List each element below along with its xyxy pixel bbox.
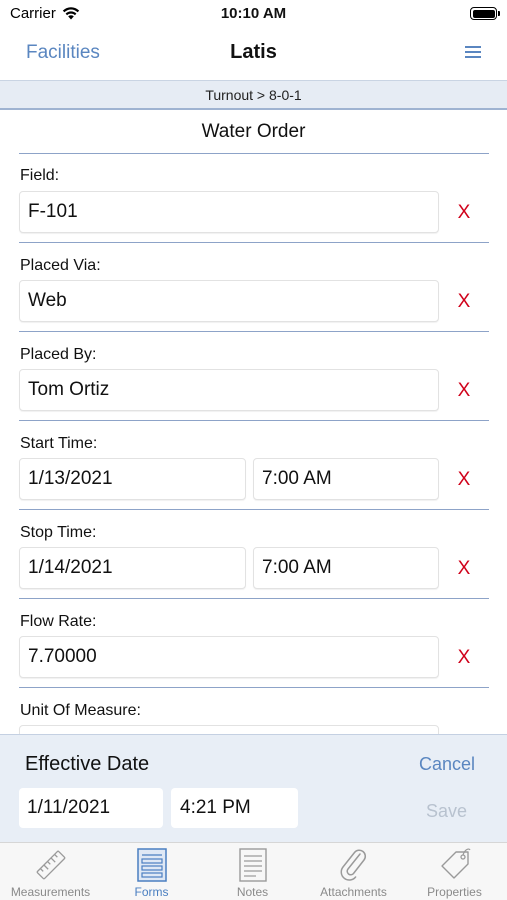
clear-placed-by-button[interactable]: X <box>455 380 473 402</box>
placed-by-label: Placed By: <box>20 346 97 363</box>
notes-icon <box>239 848 267 882</box>
start-time-label: Start Time: <box>20 435 98 452</box>
tab-properties[interactable]: Properties <box>404 843 505 900</box>
battery-icon <box>470 7 500 20</box>
tab-label: Measurements <box>10 885 91 899</box>
tab-label: Forms <box>134 885 169 899</box>
start-time-input[interactable]: 7:00 AM <box>253 458 439 500</box>
divider <box>19 687 489 688</box>
facilities-back-button[interactable]: Facilities <box>26 42 100 64</box>
unit-of-measure-label: Unit Of Measure: <box>20 702 141 719</box>
tag-icon <box>441 848 471 879</box>
placed-via-label: Placed Via: <box>20 257 101 274</box>
hamburger-icon[interactable] <box>465 46 481 60</box>
breadcrumb: Turnout > 8-0-1 <box>0 80 507 110</box>
clear-start-time-button[interactable]: X <box>455 469 473 491</box>
ruler-icon <box>36 850 66 880</box>
field-label: Field: <box>20 167 60 184</box>
form-title: Water Order <box>201 121 306 142</box>
cancel-button[interactable]: Cancel <box>419 754 475 775</box>
start-date-input[interactable]: 1/13/2021 <box>19 458 246 500</box>
effective-time-input[interactable]: 4:21 PM <box>171 788 298 828</box>
placed-by-input[interactable]: Tom Ortiz <box>19 369 439 411</box>
tab-notes[interactable]: Notes <box>202 843 303 900</box>
save-button[interactable]: Save <box>426 801 467 822</box>
divider <box>19 598 489 599</box>
flow-rate-input[interactable]: 7.70000 <box>19 636 439 678</box>
tab-attachments[interactable]: Attachments <box>303 843 404 900</box>
navigation-bar: Facilities Latis <box>0 28 507 78</box>
clock: 10:10 AM <box>220 5 287 22</box>
tab-label: Properties <box>427 885 482 899</box>
clear-stop-time-button[interactable]: X <box>455 558 473 580</box>
tab-label: Attachments <box>320 885 387 899</box>
divider <box>19 242 489 243</box>
placed-via-input[interactable]: Web <box>19 280 439 322</box>
divider <box>19 331 489 332</box>
status-bar: Carrier 10:10 AM <box>0 0 507 28</box>
effective-date-title: Effective Date <box>25 753 150 775</box>
clear-field-button[interactable]: X <box>455 202 473 224</box>
effective-date-panel: Effective Date Cancel 1/11/2021 4:21 PM … <box>0 734 507 842</box>
paperclip-icon <box>340 849 367 881</box>
clear-placed-via-button[interactable]: X <box>455 291 473 313</box>
stop-time-label: Stop Time: <box>20 524 97 541</box>
form-icon <box>137 848 167 882</box>
tab-label: Notes <box>236 885 269 899</box>
divider <box>19 153 489 154</box>
tab-bar: Measurements Forms Notes Attachments Pro… <box>0 842 507 900</box>
stop-time-input[interactable]: 7:00 AM <box>253 547 439 589</box>
tab-forms[interactable]: Forms <box>101 843 202 900</box>
effective-date-input[interactable]: 1/11/2021 <box>19 788 163 828</box>
flow-rate-label: Flow Rate: <box>20 613 97 630</box>
divider <box>19 420 489 421</box>
divider <box>19 509 489 510</box>
clear-flow-rate-button[interactable]: X <box>455 647 473 669</box>
field-input[interactable]: F-101 <box>19 191 439 233</box>
stop-date-input[interactable]: 1/14/2021 <box>19 547 246 589</box>
tab-measurements[interactable]: Measurements <box>0 843 101 900</box>
